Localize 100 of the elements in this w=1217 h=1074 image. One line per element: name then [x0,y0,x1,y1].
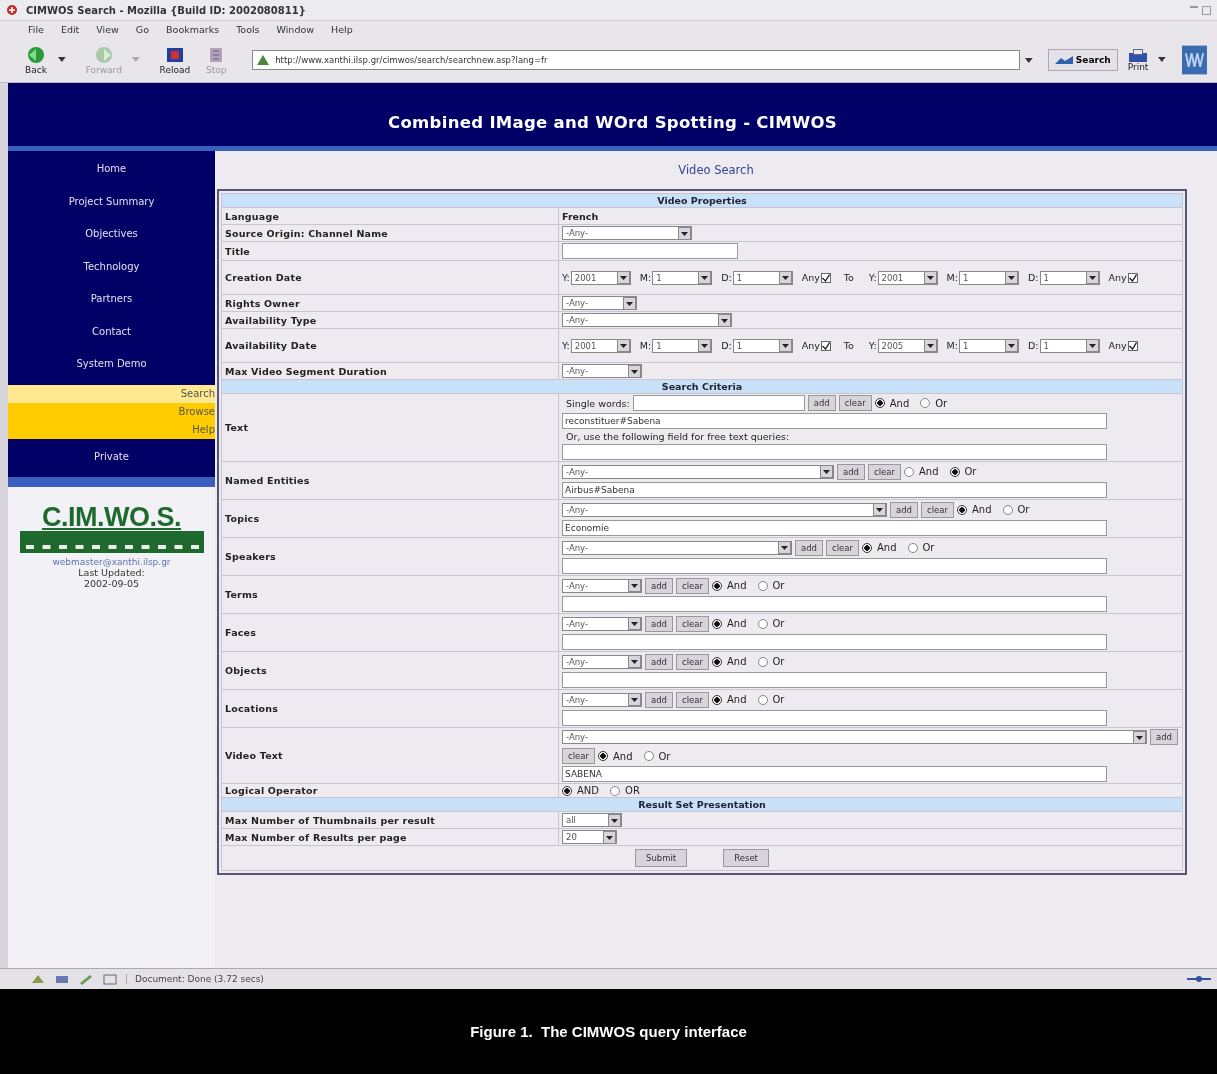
email-link[interactable]: webmaster@xanthi.ilsp.gr [52,557,171,567]
back-button[interactable]: Back [20,45,52,75]
radio-button[interactable] [711,656,722,667]
input-field[interactable]: reconstituer#Sabena [562,413,1107,429]
clear-button[interactable]: clear [868,463,901,480]
nav-link[interactable]: Objectives [8,222,215,255]
add-button[interactable]: add [807,395,836,411]
select-field[interactable]: 20 [562,830,617,844]
nav-link[interactable]: Help [8,420,215,439]
menu-item[interactable]: Bookmarks [166,24,220,35]
select-field[interactable]: -Any- [562,502,887,517]
select-field[interactable]: all [562,813,622,827]
radio-button[interactable] [711,694,722,705]
select-field[interactable]: -Any- [562,464,834,479]
radio-button[interactable] [757,694,768,705]
select-field[interactable]: 1 [652,270,713,285]
address-field[interactable]: http://www.xanthi.ilsp.gr/cimwos/search/searchnew.asp?lang=fr [252,50,1021,70]
checkbox[interactable] [820,340,831,351]
radio-button[interactable] [597,751,608,761]
radio-button[interactable] [643,751,654,761]
menu-item[interactable]: Edit [60,24,80,35]
input-field[interactable] [562,633,1107,650]
select-field[interactable]: -Any- [562,730,1147,744]
clear-button[interactable]: clear [838,395,872,411]
radio-button[interactable] [956,504,967,515]
menu-item[interactable]: Window [276,24,314,35]
nav-link[interactable]: Contact [8,319,215,352]
input-field[interactable] [562,557,1107,574]
clear-button[interactable]: clear [921,501,954,518]
nav-link[interactable]: Project Summary [8,189,215,222]
checkbox[interactable] [820,272,831,283]
nav-link[interactable]: Home [8,157,215,190]
clear-button[interactable]: clear [676,615,709,632]
reload-button[interactable]: Reload [155,45,195,75]
select-field[interactable]: -Any- [562,654,642,669]
checkbox[interactable] [1127,272,1138,283]
input-field[interactable] [632,395,805,411]
radio-button[interactable] [757,656,768,667]
input-field[interactable]: SABENA [562,766,1107,782]
input-field[interactable]: Economie [562,519,1107,536]
input-field[interactable] [562,444,1107,460]
radio-button[interactable] [920,398,931,408]
radio-button[interactable] [757,618,768,629]
add-button[interactable]: add [1150,729,1178,745]
clear-button[interactable]: clear [562,748,595,764]
nav-link[interactable]: Technology [8,254,215,287]
select-field[interactable]: -Any- [562,540,792,555]
radio-button[interactable] [1002,504,1013,515]
add-button[interactable]: add [645,691,673,708]
nav-link[interactable]: Browse [8,402,215,421]
menu-item[interactable]: Tools [236,24,260,35]
nav-link[interactable]: Private [8,444,215,477]
submit-button[interactable]: Submit [635,849,688,867]
select-field[interactable]: -Any- [562,226,692,240]
input-field[interactable] [562,709,1107,726]
select-field[interactable]: 1 [959,270,1019,285]
clear-button[interactable]: clear [676,653,709,670]
input-field[interactable] [562,243,738,259]
select-field[interactable]: -Any- [562,578,642,593]
select-field[interactable]: 1 [1039,270,1100,285]
select-field[interactable]: 1 [652,338,713,353]
radio-button[interactable] [949,466,960,477]
print-button[interactable]: Print [1123,48,1153,72]
clear-button[interactable]: clear [826,539,859,556]
menu-item[interactable]: Help [331,24,353,35]
select-field[interactable]: -Any- [562,616,642,631]
add-button[interactable]: add [645,615,673,632]
nav-link[interactable]: Search [8,384,215,403]
add-button[interactable]: add [795,539,823,556]
select-field[interactable]: -Any- [562,364,642,378]
radio-button[interactable] [907,542,918,553]
select-field[interactable]: 2005 [877,338,938,353]
radio-button[interactable] [711,580,722,591]
input-field[interactable] [562,671,1107,688]
select-field[interactable]: 1 [1039,338,1100,353]
select-field[interactable]: 1 [732,270,793,285]
clear-button[interactable]: clear [676,691,709,708]
select-field[interactable]: 2001 [570,270,631,285]
clear-button[interactable]: clear [676,577,709,594]
radio-button[interactable] [610,785,621,796]
radio-button[interactable] [757,580,768,591]
radio-button[interactable] [562,785,572,796]
input-field[interactable] [562,595,1107,612]
select-field[interactable]: 2001 [570,338,631,353]
select-field[interactable]: -Any- [562,296,637,310]
nav-link[interactable]: System Demo [8,352,215,385]
radio-button[interactable] [874,398,885,408]
select-field[interactable]: -Any- [562,313,732,327]
select-field[interactable]: 1 [732,338,793,353]
menu-item[interactable]: View [96,24,119,35]
input-field[interactable]: Airbus#Sabena [562,481,1107,498]
add-button[interactable]: add [890,501,918,518]
add-button[interactable]: add [645,577,673,594]
select-field[interactable]: -Any- [562,692,642,707]
add-button[interactable]: add [837,463,865,480]
select-field[interactable]: 2001 [877,270,938,285]
menu-item[interactable]: File [28,24,44,35]
nav-link[interactable]: Partners [8,287,215,320]
add-button[interactable]: add [645,653,673,670]
search-button[interactable]: Search [1047,49,1118,71]
